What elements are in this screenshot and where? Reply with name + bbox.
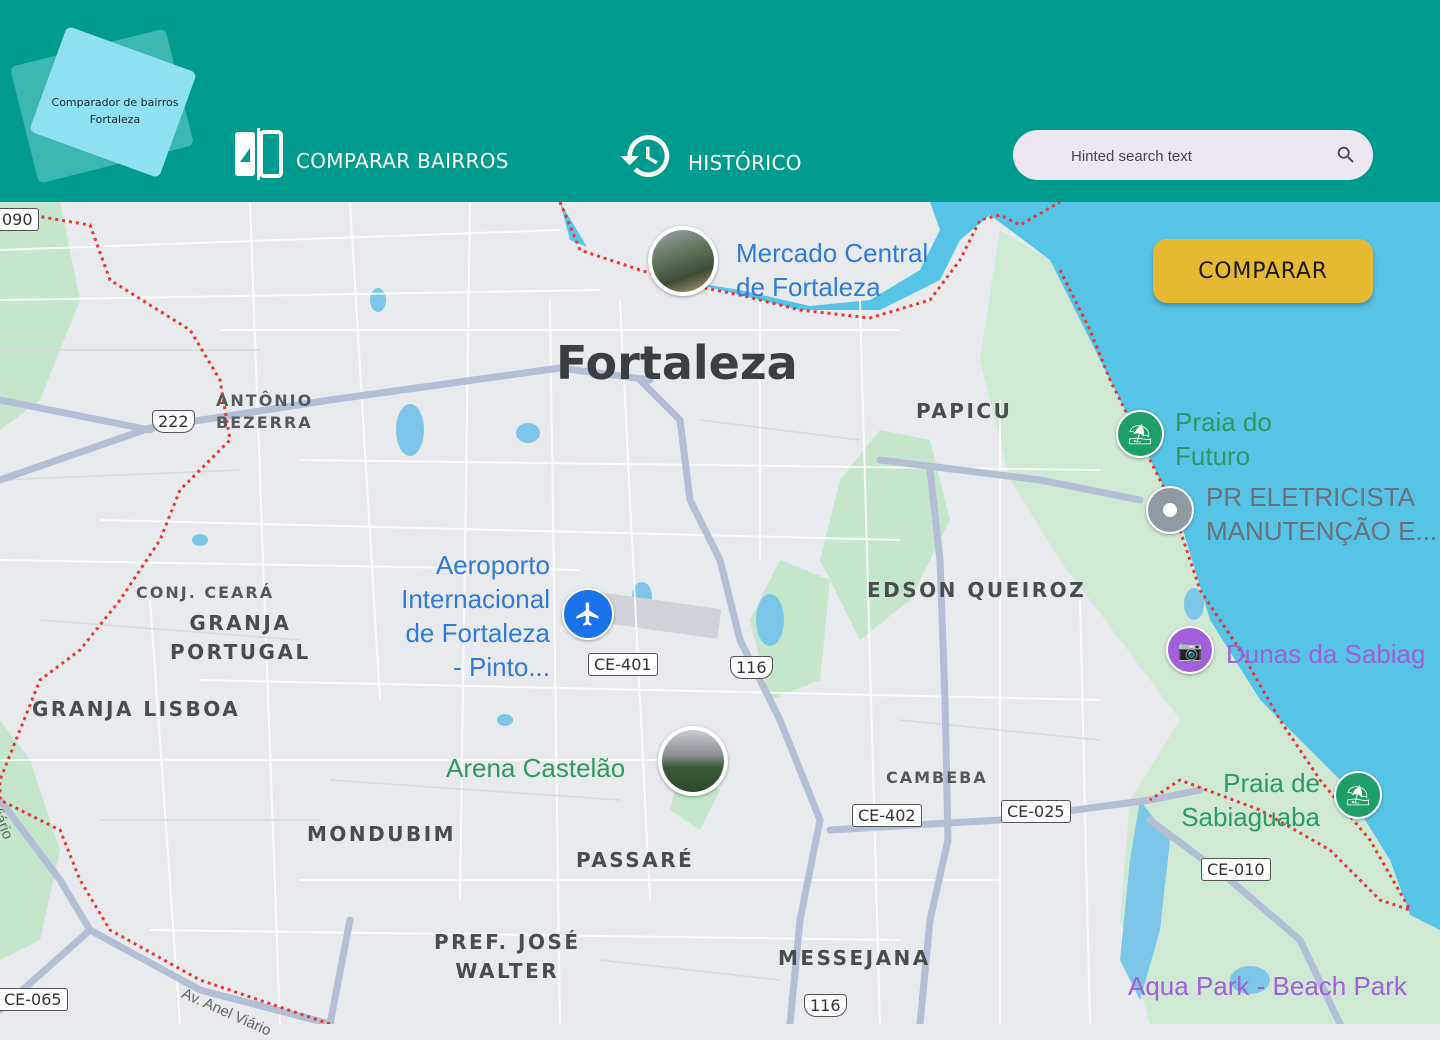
road-shield-116-south: 116 [804, 994, 847, 1017]
mercado-photo [652, 230, 714, 292]
poi-praia-do-futuro[interactable]: Praia do Futuro [1175, 405, 1272, 473]
search-input[interactable] [1069, 143, 1323, 169]
label-city: Fortaleza [556, 336, 798, 390]
road-shield-ce010: CE-010 [1201, 858, 1271, 881]
poi-pr-eletricista[interactable]: PR ELETRICISTA MANUTENÇÃO E... [1206, 480, 1437, 548]
beach-icon[interactable]: ⛱ [1116, 410, 1164, 458]
nav-history-label: HISTÓRICO [688, 151, 802, 175]
label-mondubim: MONDUBIM [307, 822, 457, 846]
logo-line1: Comparador de bairros [51, 96, 179, 109]
label-granja-lisboa: GRANJA LISBOA [32, 697, 241, 721]
label-cambeba: CAMBEBA [886, 768, 988, 787]
arena-marker[interactable] [658, 726, 728, 796]
nav-history[interactable]: HISTÓRICO [618, 128, 802, 184]
airplane-icon[interactable] [562, 588, 614, 640]
beach-icon-sabiaguaba[interactable]: ⛱ [1334, 771, 1382, 819]
road-shield-ce025: CE-025 [1001, 800, 1071, 823]
label-passare: PASSARÉ [576, 848, 695, 872]
poi-aqua-park[interactable]: Aqua Park - Beach Park [1128, 969, 1407, 1003]
poi-praia-sabiaguaba[interactable]: Praia de Sabiaguaba [1168, 766, 1320, 834]
camera-icon[interactable]: 📷 [1166, 626, 1214, 674]
label-granja-portugal: GRANJA PORTUGAL [170, 611, 311, 664]
poi-mercado-central[interactable]: Mercado Central de Fortaleza [736, 236, 928, 304]
label-papicu: PAPICU [916, 399, 1013, 423]
poi-arena-castelao[interactable]: Arena Castelão [446, 751, 625, 785]
poi-dunas-sabiaguaba[interactable]: Dunas da Sabiag [1226, 637, 1425, 671]
logo-line2: Fortaleza [89, 113, 141, 126]
compare-icon [232, 128, 284, 180]
arena-photo [662, 730, 724, 792]
road-shield-222: 222 [152, 410, 195, 433]
app-header: Comparador de bairros Fortaleza COMPARAR… [0, 0, 1440, 202]
road-shield-ce401: CE-401 [588, 653, 658, 676]
search-bar[interactable] [1013, 130, 1373, 180]
label-messejana: MESSEJANA [778, 946, 931, 970]
nav-compare-neighborhoods[interactable]: COMPARAR BAIRROS [232, 128, 509, 180]
mercado-marker[interactable] [648, 226, 718, 296]
compare-button[interactable]: COMPARAR [1153, 239, 1373, 303]
road-shield-ce402: CE-402 [852, 804, 922, 827]
label-pref-jose-walter: PREF. JOSÉ WALTER [434, 930, 581, 983]
nav-compare-label: COMPARAR BAIRROS [296, 149, 509, 173]
history-icon [618, 128, 674, 184]
road-shield-090: 090 [0, 208, 39, 231]
road-shield-116: 116 [730, 656, 773, 679]
place-pin-icon[interactable] [1146, 486, 1194, 534]
label-edson-queiroz: EDSON QUEIROZ [867, 578, 1087, 602]
road-shield-ce065: CE-065 [0, 988, 68, 1011]
app-logo[interactable]: Comparador de bairros Fortaleza [40, 94, 190, 128]
label-antonio-bezerra: ANTÔNIO BEZERRA [216, 391, 314, 432]
poi-aeroporto[interactable]: Aeroporto Internacional de Fortaleza - P… [382, 548, 550, 684]
label-conj-ceara: CONJ. CEARÁ [136, 583, 275, 602]
search-icon[interactable] [1335, 144, 1357, 171]
